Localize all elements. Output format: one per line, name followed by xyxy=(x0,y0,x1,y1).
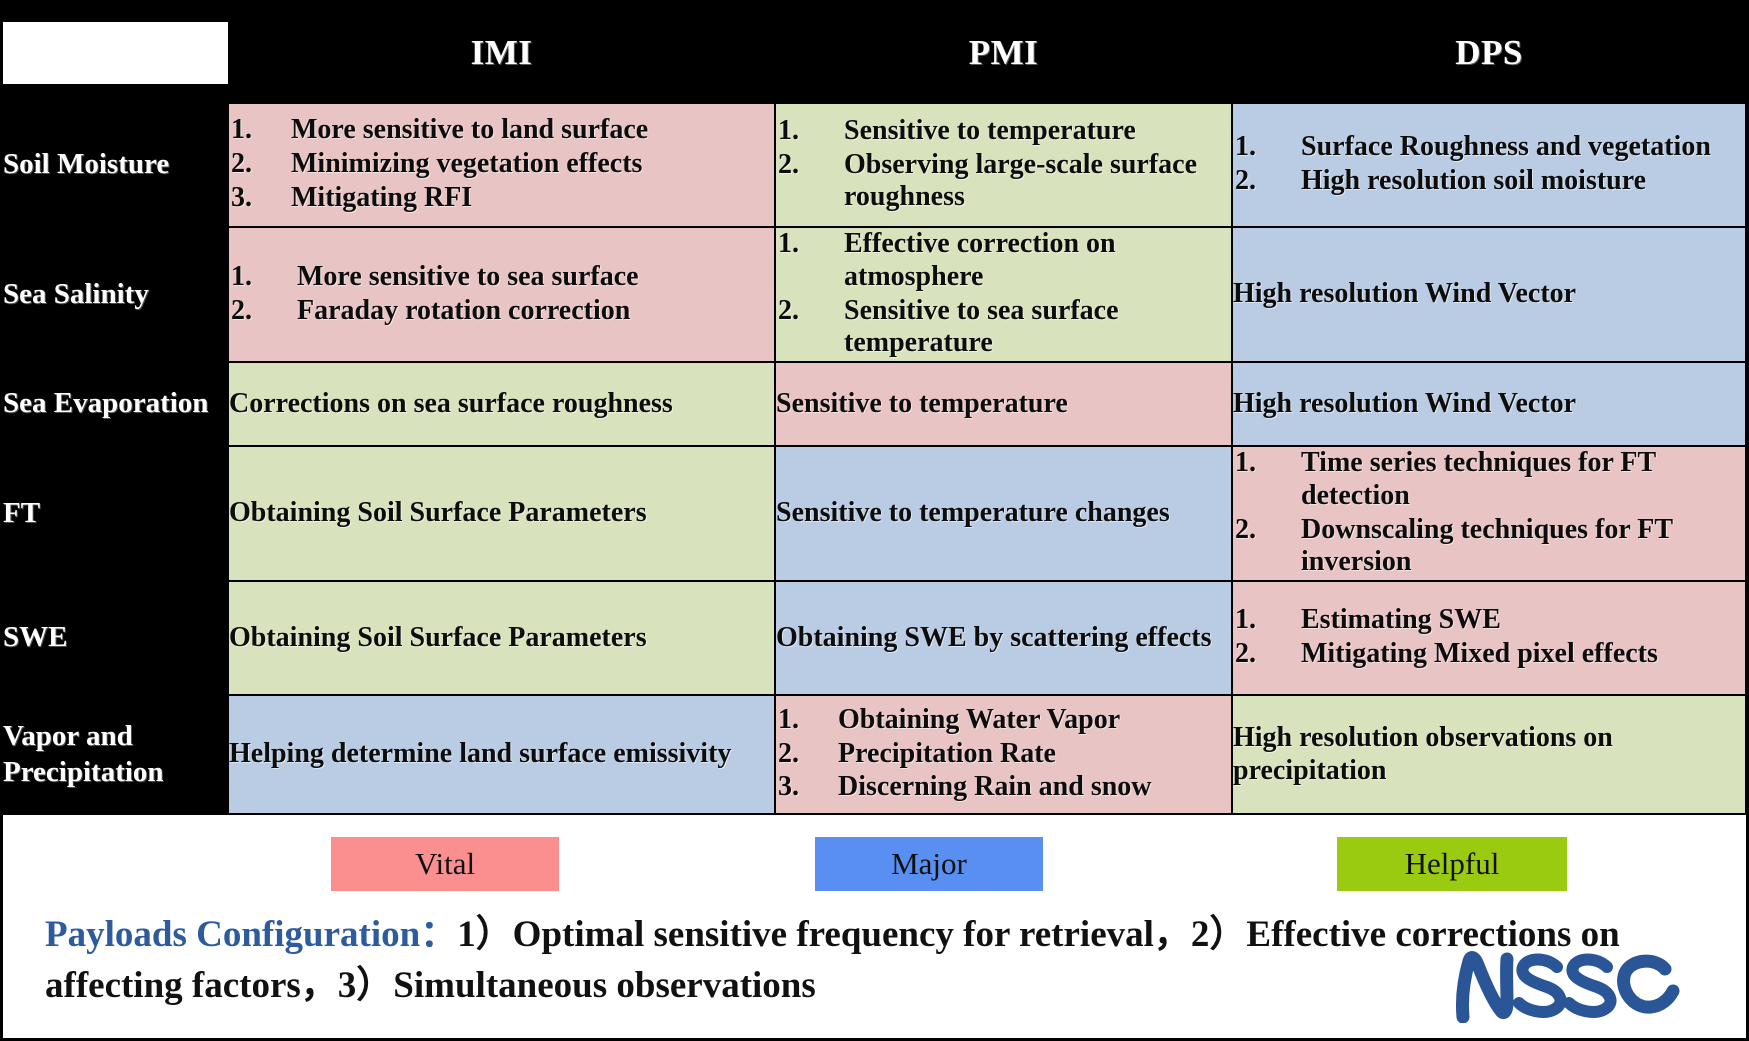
corner-white-box xyxy=(3,22,228,84)
capability-table: IMI PMI DPS Soil Moisture More sensitive … xyxy=(3,3,1747,815)
matrix-cell: Effective correction on atmosphere Sensit… xyxy=(774,226,1233,363)
matrix-cell: Estimating SWE Mitigating Mixed pixel eff… xyxy=(1231,580,1747,696)
cell-item: Sensitive to sea surface temperature xyxy=(778,294,1119,359)
matrix-cell: Obtaining Water Vapor Precipitation Rate D… xyxy=(774,694,1233,815)
matrix-cell: Time series techniques for FT detection D… xyxy=(1231,445,1747,582)
row-label-sea-evaporation: Sea Evaporation xyxy=(3,362,228,446)
cell-item: Observing large-scale surface roughness xyxy=(778,148,1198,213)
table-row: Soil Moisture More sensitive to land surf… xyxy=(3,102,1747,228)
table-row: Sea Evaporation Corrections on sea surfac… xyxy=(3,361,1747,447)
matrix-cell: Sensitive to temperature Observing large-… xyxy=(774,102,1233,228)
cell-text: High resolution Wind Vector xyxy=(1233,387,1577,419)
matrix-cell: High resolution Wind Vector xyxy=(1231,226,1747,363)
row-label-ft: FT xyxy=(3,446,228,581)
matrix-cell: Obtaining Soil Surface Parameters xyxy=(227,580,776,696)
matrix-cell: Helping determine land surface emissivit… xyxy=(227,694,776,815)
cell-item-list: Time series techniques for FT detection D… xyxy=(1233,447,1745,579)
cell-item: Minimizing vegetation effects xyxy=(231,148,643,181)
column-header-imi: IMI xyxy=(228,3,775,103)
payloads-configuration-label: Payloads Configuration： xyxy=(45,914,458,955)
cell-item-list: Obtaining Water Vapor Precipitation Rate D… xyxy=(776,704,1231,804)
table-row: Vapor and Precipitation Helping determin… xyxy=(3,694,1747,815)
nssc-logo xyxy=(1451,945,1681,1024)
cell-text: High resolution Wind Vector xyxy=(1233,278,1577,310)
table-corner-blank xyxy=(3,3,228,103)
row-label-vapor-and-precipitation: Vapor and Precipitation xyxy=(3,695,228,814)
cell-text: Obtaining SWE by scattering effects xyxy=(776,621,1212,653)
column-header-dps: DPS xyxy=(1232,3,1746,103)
matrix-cell: Sensitive to temperature xyxy=(774,361,1233,447)
matrix-cell: More sensitive to sea surface Faraday rot… xyxy=(227,226,776,363)
cell-item: Mitigating Mixed pixel effects xyxy=(1235,638,1658,671)
cell-item-list: Effective correction on atmosphere Sensit… xyxy=(776,228,1231,360)
matrix-cell: High resolution observations on precipit… xyxy=(1231,694,1747,815)
cell-item: Time series techniques for FT detection xyxy=(1235,447,1656,511)
row-label-sea-salinity: Sea Salinity xyxy=(3,227,228,362)
cell-item-list: More sensitive to sea surface Faraday rot… xyxy=(229,261,774,328)
legend-chip-major: Major xyxy=(815,837,1043,891)
cell-item: Discerning Rain and snow xyxy=(778,771,1152,804)
cell-item: More sensitive to land surface xyxy=(231,114,649,147)
matrix-cell: Surface Roughness and vegetation High res… xyxy=(1231,102,1747,228)
cell-item: Effective correction on atmosphere xyxy=(778,228,1116,292)
cell-text: Sensitive to temperature xyxy=(776,387,1068,419)
cell-item: Surface Roughness and vegetation xyxy=(1235,131,1711,164)
row-label-swe: SWE xyxy=(3,581,228,695)
matrix-cell: More sensitive to land surface Minimizing… xyxy=(227,102,776,228)
cell-item-list: More sensitive to land surface Minimizing… xyxy=(229,114,774,214)
cell-item: Mitigating RFI xyxy=(231,181,473,215)
cell-text: Obtaining Soil Surface Parameters xyxy=(229,497,647,529)
matrix-cell: Corrections on sea surface roughness xyxy=(227,361,776,447)
column-header-pmi: PMI xyxy=(775,3,1232,103)
cell-text: High resolution observations on precipit… xyxy=(1233,721,1613,786)
cell-text: Corrections on sea surface roughness xyxy=(229,387,673,419)
cell-text: Obtaining Soil Surface Parameters xyxy=(229,621,647,653)
footer: Payloads Configuration：1）Optimal sensiti… xyxy=(3,903,1746,1038)
cell-item: Precipitation Rate xyxy=(778,737,1056,771)
legend: Vital Major Helpful xyxy=(3,815,1746,905)
table-row: FT Obtaining Soil Surface Parameters Sensi… xyxy=(3,445,1747,582)
matrix-cell: High resolution Wind Vector xyxy=(1231,361,1747,447)
cell-item-list: Sensitive to temperature Observing large-… xyxy=(776,115,1231,214)
cell-text: Sensitive to temperature changes xyxy=(776,497,1170,529)
cell-item: Estimating SWE xyxy=(1235,604,1501,637)
legend-chip-helpful: Helpful xyxy=(1337,837,1567,891)
cell-item-list: Estimating SWE Mitigating Mixed pixel eff… xyxy=(1233,604,1745,671)
cell-item: Downscaling techniques for FT inversion xyxy=(1235,513,1673,578)
table-header-row: IMI PMI DPS xyxy=(3,3,1746,103)
slide-root: IMI PMI DPS Soil Moisture More sensitive … xyxy=(0,0,1749,1041)
cell-item: Sensitive to temperature xyxy=(778,114,1136,148)
payload-capability-matrix: IMI PMI DPS Soil Moisture More sensitive … xyxy=(3,3,1747,815)
cell-text: Helping determine land surface emissivit… xyxy=(229,738,732,770)
cell-item: Obtaining Water Vapor xyxy=(778,703,1121,737)
table-row: Sea Salinity More sensitive to sea surfac… xyxy=(3,226,1747,363)
cell-item: More sensitive to sea surface xyxy=(231,260,639,294)
cell-item-list: Surface Roughness and vegetation High res… xyxy=(1233,131,1745,198)
matrix-cell: Obtaining SWE by scattering effects xyxy=(774,580,1233,696)
table-row: SWE Obtaining Soil Surface Parameters Obta… xyxy=(3,580,1747,696)
legend-chip-vital: Vital xyxy=(331,837,559,891)
matrix-cell: Sensitive to temperature changes xyxy=(774,445,1233,582)
row-label-soil-moisture: Soil Moisture xyxy=(3,103,228,227)
cell-item: High resolution soil moisture xyxy=(1235,165,1647,198)
cell-item: Faraday rotation correction xyxy=(231,294,631,328)
matrix-cell: Obtaining Soil Surface Parameters xyxy=(227,445,776,582)
